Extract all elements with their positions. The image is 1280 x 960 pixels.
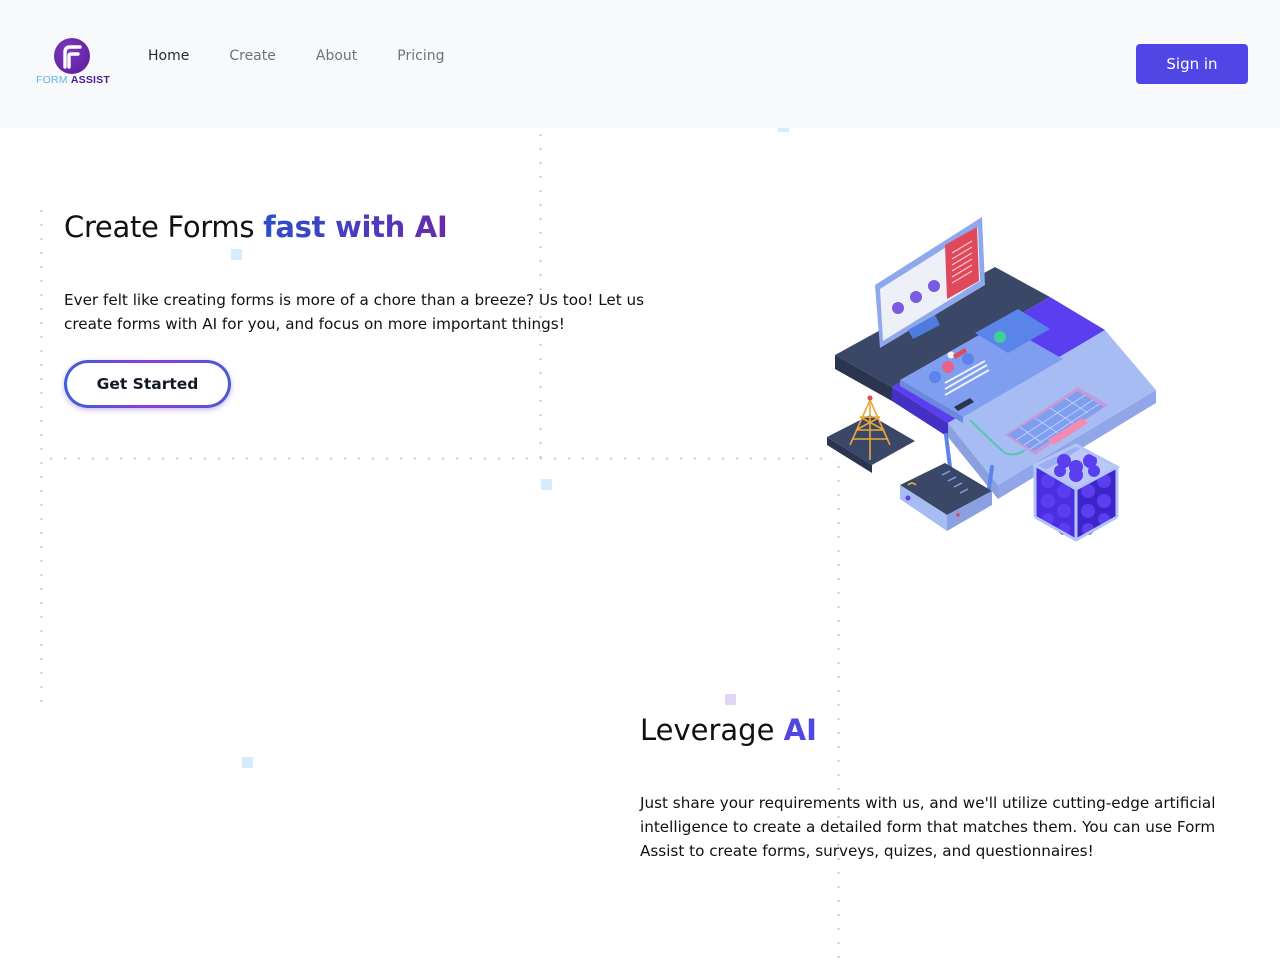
main-nav: Home Create About Pricing xyxy=(148,48,484,64)
hero-title-plain: Create Forms xyxy=(64,210,264,244)
feature-title: Leverage AI xyxy=(640,713,817,747)
brand-wordmark: FORM ASSIST xyxy=(32,74,114,86)
feature-title-plain: Leverage xyxy=(640,713,784,747)
decorative-dotted-line xyxy=(40,204,43,708)
hero-description: Ever felt like creating forms is more of… xyxy=(64,291,645,333)
get-started-label: Get Started xyxy=(67,363,228,405)
brand-logo[interactable]: FORM ASSIST xyxy=(32,38,114,88)
isometric-computer-workspace-illustration xyxy=(820,205,1170,550)
decorative-square xyxy=(242,757,253,768)
decorative-square xyxy=(231,249,242,260)
hero-title-highlight: fast with AI xyxy=(263,210,448,244)
decorative-dotted-line xyxy=(44,457,834,460)
sign-in-button[interactable]: Sign in xyxy=(1136,44,1248,84)
hero-title: Create Forms fast with AI xyxy=(64,210,448,244)
letter-f-logo-icon xyxy=(54,38,90,74)
nav-home[interactable]: Home xyxy=(148,48,189,64)
nav-create[interactable]: Create xyxy=(229,48,276,64)
decorative-square xyxy=(541,479,552,490)
brand-name-part1: FORM xyxy=(36,74,68,86)
feature-description: Just share your requirements with us, an… xyxy=(640,794,1216,860)
feature-title-highlight: AI xyxy=(783,713,817,747)
nav-about[interactable]: About xyxy=(316,48,357,64)
nav-pricing[interactable]: Pricing xyxy=(397,48,444,64)
get-started-button[interactable]: Get Started xyxy=(64,360,231,408)
site-header: FORM ASSIST Home Create About Pricing Si… xyxy=(0,0,1280,128)
decorative-square xyxy=(725,694,736,705)
brand-name-part2: ASSIST xyxy=(70,74,110,86)
